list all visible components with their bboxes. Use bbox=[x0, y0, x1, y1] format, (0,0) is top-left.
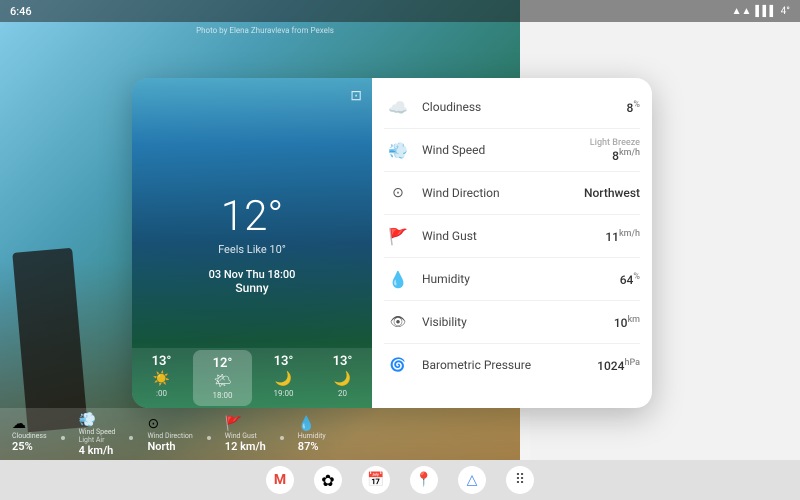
detail-humidity: 💧 Humidity 64% bbox=[384, 258, 640, 301]
strip-hum-value: 87% bbox=[298, 440, 319, 453]
strip-cloud-icon: ☁ bbox=[12, 416, 26, 432]
status-bar: 6:46 ▲▲ ▌▌▌ 4° bbox=[0, 0, 800, 22]
detail-cloudiness: ☁️ Cloudiness 8% bbox=[384, 86, 640, 129]
wind-gust-icon: 🚩 bbox=[384, 222, 412, 250]
humidity-label: Humidity bbox=[422, 272, 610, 286]
wind-gust-value: 11km/h bbox=[605, 229, 640, 244]
navigation-bar: M ✿ 📅 📍 △ ⠿ bbox=[0, 460, 800, 500]
strip-wind-dir: ⊙ Wind Direction North bbox=[147, 416, 192, 453]
strip-wind-icon: 💨 bbox=[79, 412, 96, 428]
wind-speed-icon: 💨 bbox=[384, 136, 412, 164]
strip-humidity: 💧 Humidity 87% bbox=[298, 416, 326, 453]
hour-temp-4: 13° bbox=[333, 354, 353, 369]
cloudiness-value: 8% bbox=[627, 100, 640, 115]
strip-cloud-value: 25% bbox=[12, 440, 33, 453]
strip-sep-4 bbox=[280, 436, 284, 440]
hour-temp-1: 13° bbox=[152, 354, 172, 369]
visibility-label: Visibility bbox=[422, 315, 604, 329]
detail-wind-gust: 🚩 Wind Gust 11km/h bbox=[384, 215, 640, 258]
wind-direction-value: Northwest bbox=[584, 186, 640, 200]
photos-icon[interactable]: ✿ bbox=[314, 466, 342, 494]
pressure-label: Barometric Pressure bbox=[422, 358, 587, 372]
strip-dir-icon: ⊙ bbox=[147, 416, 159, 432]
gmail-icon[interactable]: M bbox=[266, 466, 294, 494]
strip-sep-2 bbox=[129, 436, 133, 440]
cloudiness-icon: ☁️ bbox=[384, 93, 412, 121]
detail-visibility: 👁 Visibility 10km bbox=[384, 301, 640, 344]
strip-gust-label: Wind Gust bbox=[225, 432, 257, 440]
drive-icon[interactable]: △ bbox=[458, 466, 486, 494]
strip-wind-value: 4 km/h bbox=[79, 444, 114, 457]
strip-gust-icon: 🚩 bbox=[225, 416, 242, 432]
hour-item-1[interactable]: 13° ☀️ :00 bbox=[132, 348, 191, 408]
widget-feels-like: Feels Like 10° bbox=[218, 243, 286, 256]
strip-wind-label: Wind Speed bbox=[79, 428, 116, 436]
humidity-icon: 💧 bbox=[384, 265, 412, 293]
hour-item-2[interactable]: 12° 🌤 18:00 bbox=[193, 350, 252, 406]
strip-sep-1 bbox=[61, 436, 65, 440]
widget-condition: Sunny bbox=[235, 281, 268, 295]
status-time: 6:46 bbox=[10, 5, 32, 18]
weather-details-panel: ☁️ Cloudiness 8% 💨 Wind Speed Light Bree… bbox=[372, 78, 652, 408]
strip-cloudiness: ☁ Cloudiness 25% bbox=[12, 416, 47, 453]
humidity-value: 64% bbox=[620, 272, 640, 287]
hour-temp-2: 12° bbox=[213, 356, 233, 371]
hour-time-2: 18:00 bbox=[213, 391, 233, 400]
wind-gust-label: Wind Gust bbox=[422, 229, 595, 243]
widget-datetime: 03 Nov Thu 18:00 bbox=[209, 268, 296, 281]
bottom-weather-strip: ☁ Cloudiness 25% 💨 Wind Speed Light Air … bbox=[0, 408, 530, 460]
strip-wind-sublabel: Light Air bbox=[79, 436, 105, 444]
detail-wind-speed: 💨 Wind Speed Light Breeze 8km/h bbox=[384, 129, 640, 172]
signal-icon: ▌▌▌ bbox=[755, 6, 776, 17]
wifi-icon: ▲▲ bbox=[732, 6, 752, 17]
hour-time-3: 19:00 bbox=[274, 389, 294, 398]
hour-item-4[interactable]: 13° 🌙 20 bbox=[313, 348, 372, 408]
strip-wind-speed: 💨 Wind Speed Light Air 4 km/h bbox=[79, 412, 116, 457]
hour-icon-3: 🌙 bbox=[275, 371, 292, 387]
hour-time-4: 20 bbox=[338, 389, 347, 398]
strip-gust: 🚩 Wind Gust 12 km/h bbox=[225, 416, 266, 453]
calendar-icon[interactable]: 📅 bbox=[362, 466, 390, 494]
cloudiness-label: Cloudiness bbox=[422, 100, 617, 114]
strip-gust-value: 12 km/h bbox=[225, 440, 266, 453]
hour-icon-4: 🌙 bbox=[334, 371, 351, 387]
pressure-icon: 🌀 bbox=[384, 351, 412, 379]
photo-credit: Photo by Elena Zhuravleva from Pexels bbox=[196, 26, 334, 35]
visibility-icon: 👁 bbox=[384, 308, 412, 336]
strip-sep-3 bbox=[207, 436, 211, 440]
hour-time-1: :00 bbox=[156, 389, 167, 398]
detail-wind-direction: ⊙ Wind Direction Northwest bbox=[384, 172, 640, 215]
hour-icon-1: ☀️ bbox=[153, 371, 170, 387]
wind-speed-label: Wind Speed bbox=[422, 143, 580, 157]
apps-icon[interactable]: ⠿ bbox=[506, 466, 534, 494]
hour-icon-2: 🌤 bbox=[214, 373, 232, 389]
wind-direction-icon: ⊙ bbox=[384, 179, 412, 207]
battery-level: 4° bbox=[781, 6, 790, 17]
strip-cloud-label: Cloudiness bbox=[12, 432, 47, 440]
wind-speed-value: Light Breeze 8km/h bbox=[590, 138, 640, 163]
visibility-value: 10km bbox=[614, 315, 640, 330]
strip-dir-label: Wind Direction bbox=[147, 432, 192, 440]
detail-pressure: 🌀 Barometric Pressure 1024hPa bbox=[384, 344, 640, 386]
wind-direction-label: Wind Direction bbox=[422, 186, 574, 200]
strip-hum-icon: 💧 bbox=[298, 416, 315, 432]
hourly-forecast-row: 13° ☀️ :00 12° 🌤 18:00 13° 🌙 19:00 13° 🌙… bbox=[132, 348, 372, 408]
widget-temperature: 12° bbox=[221, 192, 283, 241]
hour-temp-3: 13° bbox=[274, 354, 294, 369]
expand-icon[interactable]: ⊡ bbox=[350, 88, 362, 104]
maps-icon[interactable]: 📍 bbox=[410, 466, 438, 494]
strip-dir-value: North bbox=[147, 440, 175, 453]
weather-widget-left: ⊡ 12° Feels Like 10° 03 Nov Thu 18:00 Su… bbox=[132, 78, 372, 408]
status-icons: ▲▲ ▌▌▌ 4° bbox=[732, 6, 790, 17]
hour-item-3[interactable]: 13° 🌙 19:00 bbox=[254, 348, 313, 408]
weather-modal: ⊡ 12° Feels Like 10° 03 Nov Thu 18:00 Su… bbox=[132, 78, 652, 408]
strip-hum-label: Humidity bbox=[298, 432, 326, 440]
pressure-value: 1024hPa bbox=[597, 358, 640, 373]
